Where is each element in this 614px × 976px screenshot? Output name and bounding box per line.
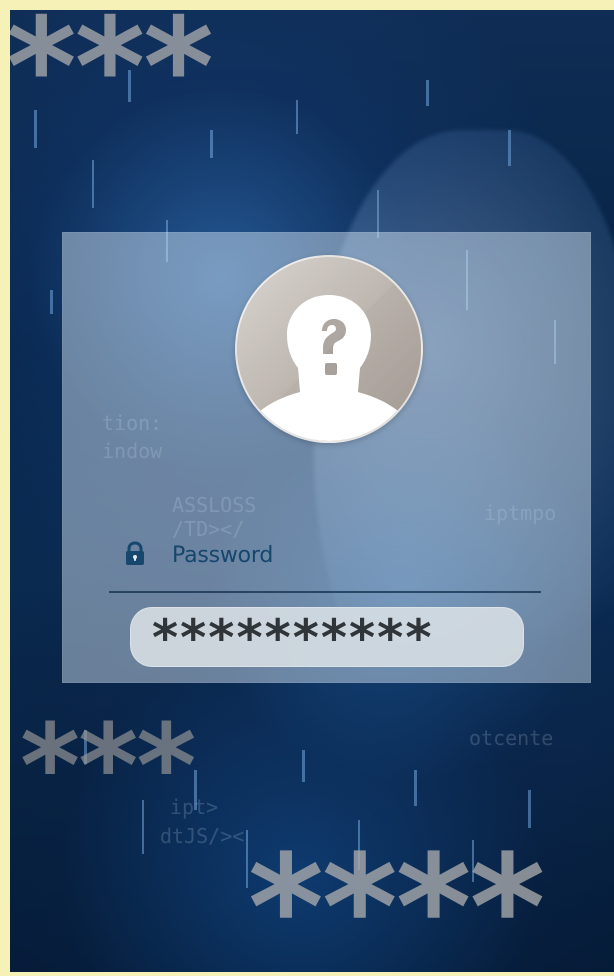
password-label: Password [172, 543, 274, 568]
middle-asterisks: *** [20, 700, 196, 834]
bottom-asterisks: **** [248, 824, 545, 972]
login-card: Password ********** [62, 232, 591, 683]
password-value: ********** [152, 609, 434, 667]
password-underline [109, 591, 541, 593]
password-label-row: Password [124, 540, 544, 574]
login-scene: tion: indow ASSLOSS /TD></ iptmpo otcent… [10, 10, 614, 972]
unknown-user-icon [235, 255, 423, 443]
screen-frame: tion: indow ASSLOSS /TD></ iptmpo otcent… [0, 0, 614, 976]
lock-icon [126, 541, 144, 565]
password-field[interactable]: ********** [130, 607, 524, 667]
top-asterisks: *** [10, 10, 214, 146]
